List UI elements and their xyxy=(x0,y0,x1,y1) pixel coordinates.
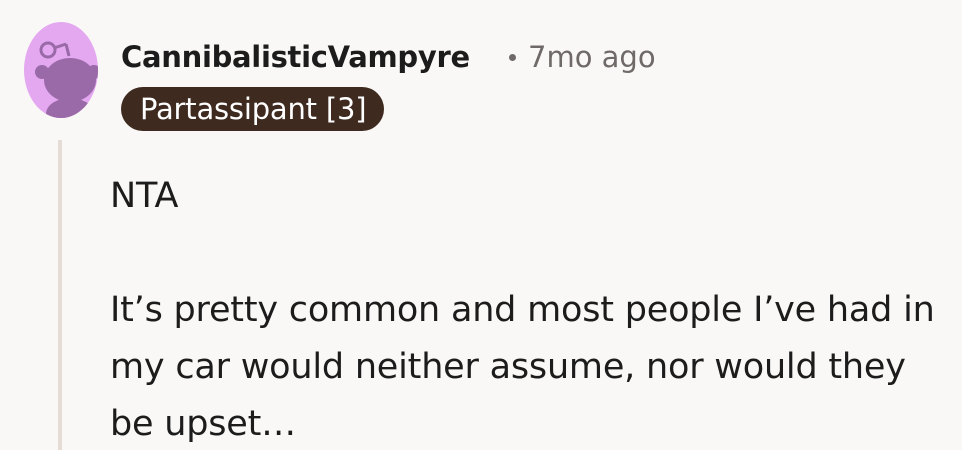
comment-meta: 7mo ago xyxy=(509,36,656,78)
comment: CannibalisticVampyre 7mo ago Partassipan… xyxy=(0,0,962,450)
thread-line[interactable] xyxy=(58,140,62,450)
comment-body: NTA It’s pretty common and most people I… xyxy=(110,168,950,450)
avatar[interactable] xyxy=(24,22,98,118)
author-username[interactable]: CannibalisticVampyre xyxy=(121,36,470,78)
separator-dot xyxy=(509,53,516,61)
comment-paragraph: It’s pretty common and most people I’ve … xyxy=(110,290,935,444)
comment-age[interactable]: 7mo ago xyxy=(528,36,656,78)
comment-paragraph: NTA xyxy=(110,176,179,216)
user-flair-badge: Partassipant [3] xyxy=(121,87,385,131)
snoo-avatar-icon xyxy=(35,41,98,118)
